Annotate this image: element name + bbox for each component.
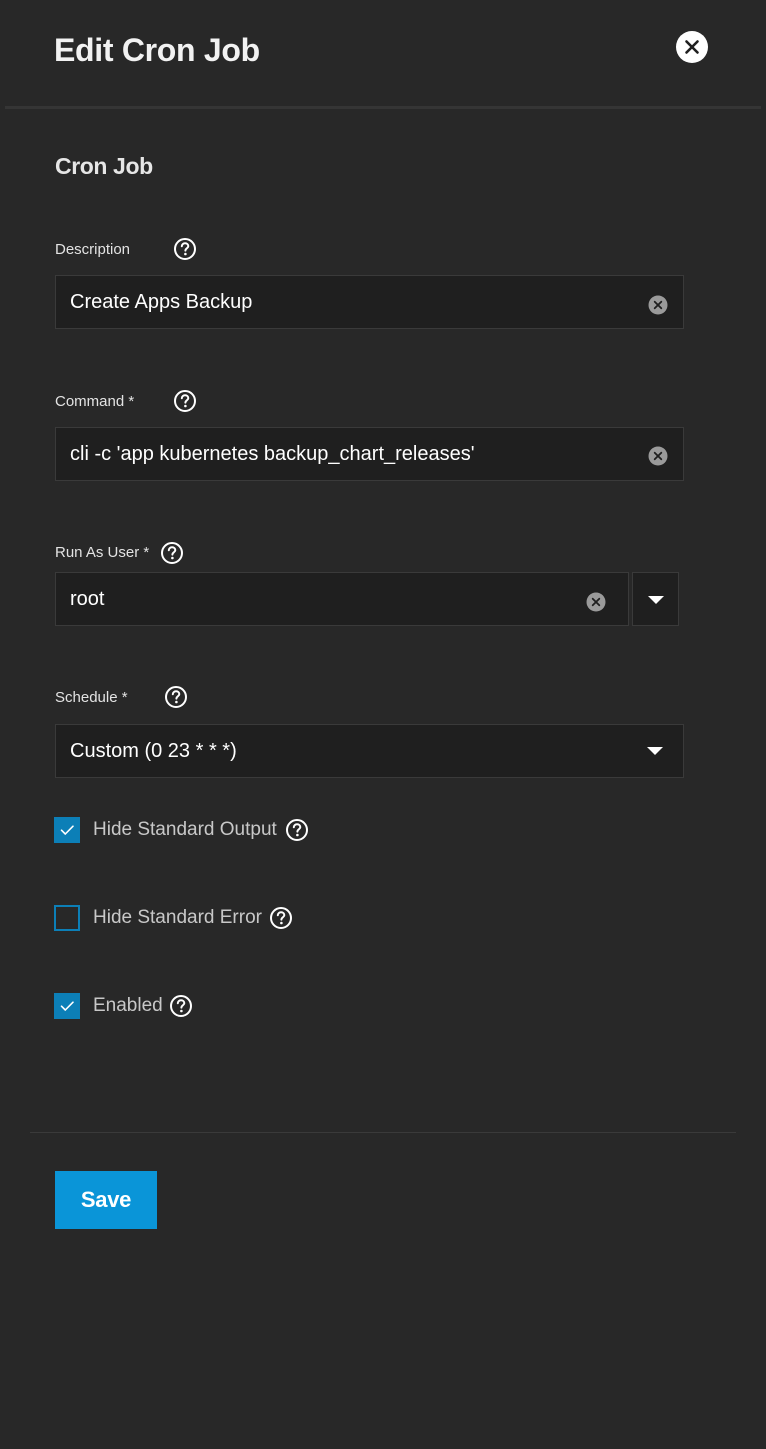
- page-title: Edit Cron Job: [54, 32, 260, 68]
- checkmark-icon: [60, 825, 74, 835]
- command-field[interactable]: cli -c 'app kubernetes backup_chart_rele…: [55, 427, 684, 481]
- command-clear-icon[interactable]: [648, 446, 668, 466]
- description-field[interactable]: Create Apps Backup: [55, 275, 684, 329]
- command-input[interactable]: cli -c 'app kubernetes backup_chart_rele…: [70, 428, 475, 480]
- hide-stderr-label[interactable]: Hide Standard Error: [93, 906, 262, 930]
- hide-stdout-label[interactable]: Hide Standard Output: [93, 818, 277, 842]
- command-help-icon[interactable]: [173, 389, 197, 413]
- close-button[interactable]: [676, 31, 708, 63]
- footer-divider: [30, 1132, 736, 1133]
- schedule-selected-value: Custom (0 23 * * *): [70, 739, 237, 762]
- save-button[interactable]: Save: [55, 1171, 157, 1229]
- description-input[interactable]: Create Apps Backup: [70, 276, 252, 328]
- hide-stderr-help-icon[interactable]: [269, 906, 293, 930]
- enabled-checkbox[interactable]: [54, 993, 80, 1019]
- run-as-user-label: Run As User *: [55, 544, 150, 561]
- schedule-help-icon[interactable]: [164, 685, 188, 709]
- enabled-label[interactable]: Enabled: [93, 994, 163, 1018]
- hide-stdout-checkbox[interactable]: [54, 817, 80, 843]
- checkmark-icon: [60, 1001, 74, 1011]
- schedule-label: Schedule *: [55, 689, 128, 706]
- run-as-user-input[interactable]: root: [70, 573, 104, 625]
- section-title: Cron Job: [55, 153, 153, 179]
- command-label: Command *: [55, 393, 135, 410]
- header-divider: [5, 106, 761, 109]
- description-help-icon[interactable]: [173, 237, 197, 261]
- run-as-user-field[interactable]: root: [55, 572, 629, 626]
- chevron-down-icon: [648, 596, 664, 604]
- hide-stdout-help-icon[interactable]: [285, 818, 309, 842]
- edit-cron-job-panel: Edit Cron Job Cron Job Description Creat…: [0, 0, 766, 1449]
- enabled-help-icon[interactable]: [169, 994, 193, 1018]
- close-icon: [685, 40, 699, 54]
- schedule-select[interactable]: Custom (0 23 * * *): [55, 724, 684, 778]
- hide-stderr-checkbox[interactable]: [54, 905, 80, 931]
- run-as-user-dropdown-button[interactable]: [632, 572, 679, 626]
- description-label: Description: [55, 241, 131, 258]
- enabled-row: Enabled: [54, 991, 224, 1021]
- chevron-down-icon: [647, 747, 663, 755]
- description-clear-icon[interactable]: [648, 295, 668, 315]
- run-as-user-help-icon[interactable]: [160, 541, 184, 565]
- run-as-user-clear-icon[interactable]: [586, 592, 606, 612]
- panel-header: Edit Cron Job: [0, 0, 766, 106]
